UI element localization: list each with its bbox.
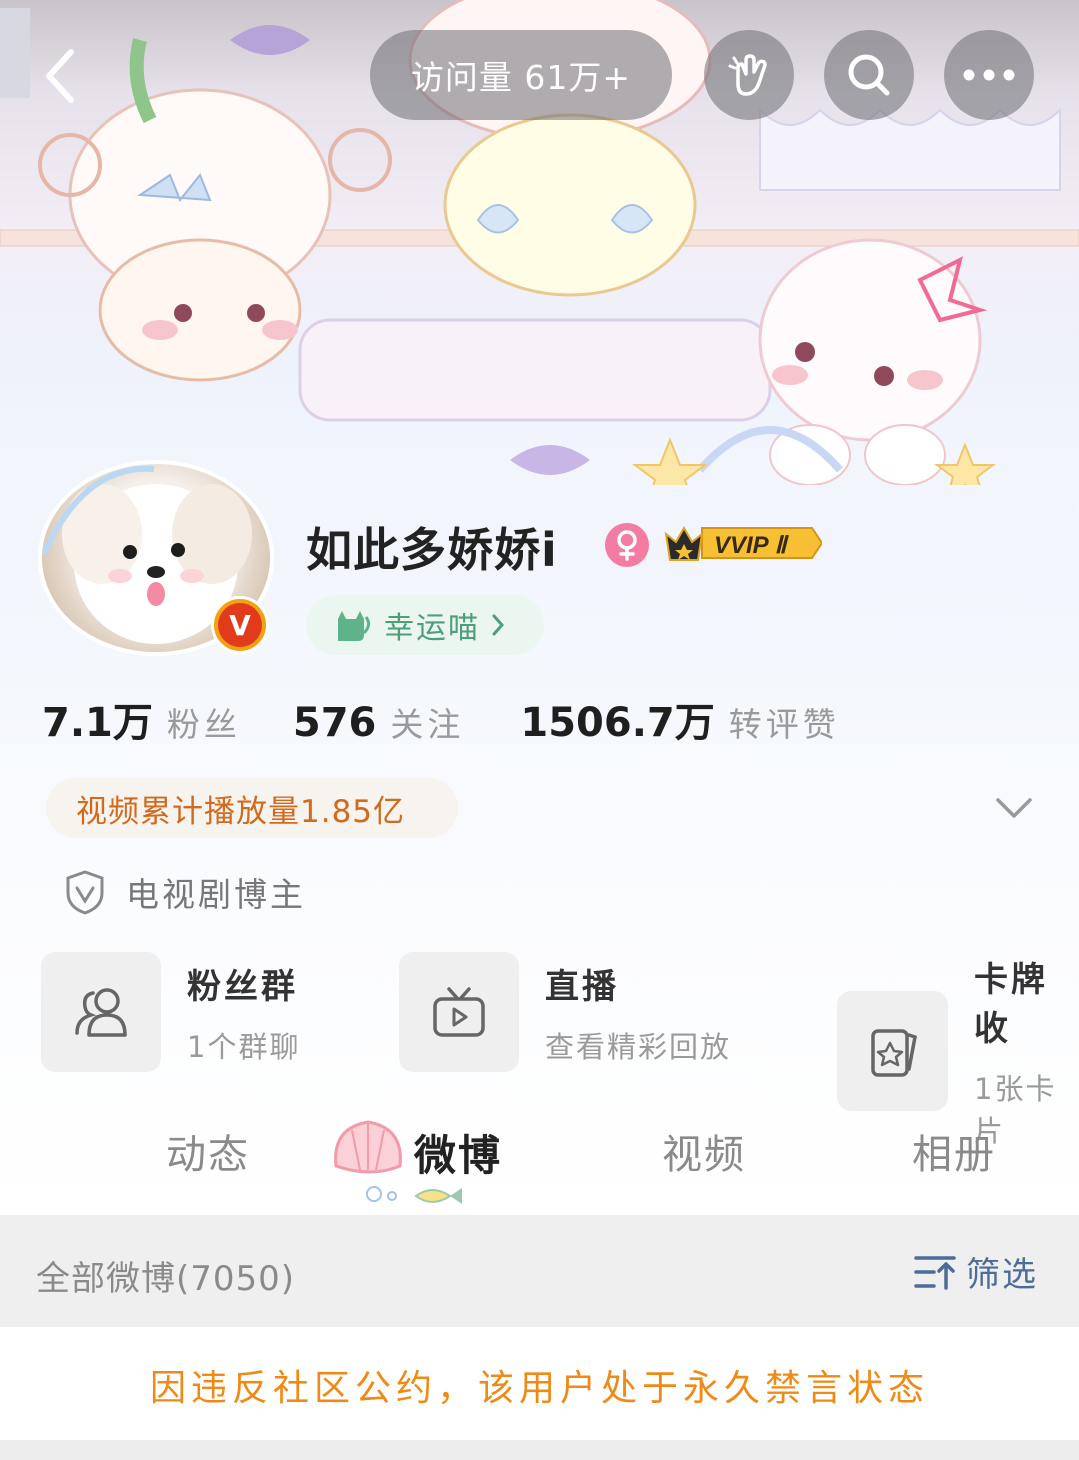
vvip-text: VVIP Ⅱ xyxy=(714,532,789,559)
people-icon xyxy=(75,988,127,1037)
tab-video[interactable]: 视频 xyxy=(662,1122,746,1180)
vvip-badge[interactable]: VVIP Ⅱ xyxy=(662,520,824,566)
stat-value: 7.1万 xyxy=(42,700,153,746)
female-icon xyxy=(617,530,637,561)
stat-followers[interactable]: 7.1万 粉丝 xyxy=(42,690,241,748)
verified-v-icon: V xyxy=(218,603,262,647)
feature-title: 粉丝群 xyxy=(187,966,298,1007)
chevron-right-icon xyxy=(492,614,505,636)
stat-value: 576 xyxy=(292,700,377,746)
profile-tabs: 动态 微博 视频 相册 xyxy=(0,1100,1079,1212)
verified-badge: V xyxy=(211,596,269,654)
tab-album[interactable]: 相册 xyxy=(912,1122,996,1180)
feature-subtitle: 查看精彩回放 xyxy=(545,1029,732,1064)
feature-live[interactable]: 直播 查看精彩回放 xyxy=(399,952,731,1072)
category-tag[interactable]: 电视剧博主 xyxy=(64,868,306,916)
filter-button[interactable]: 筛选 xyxy=(912,1247,1038,1296)
category-tag-label: 电视剧博主 xyxy=(126,875,306,914)
tab-weibo[interactable]: 微博 xyxy=(414,1122,502,1183)
feed-filter-bar: 全部微博(7050) 筛选 xyxy=(0,1215,1079,1327)
lucky-cat-pill[interactable]: 幸运喵 xyxy=(306,595,544,655)
video-plays-text: 视频累计播放量1.85亿 xyxy=(76,793,406,830)
more-button[interactable] xyxy=(944,30,1034,120)
search-button[interactable] xyxy=(824,30,914,120)
gender-badge xyxy=(605,523,649,567)
fish-decoration-icon xyxy=(414,1188,462,1204)
visit-count-text: 访问量 61万+ xyxy=(410,58,632,97)
stat-label: 粉丝 xyxy=(166,705,241,744)
cards-icon-box xyxy=(837,991,949,1111)
card-star-icon xyxy=(870,1029,917,1077)
feature-fan-group[interactable]: 粉丝群 1个群聊 xyxy=(41,952,300,1072)
fan-group-icon-box xyxy=(41,952,161,1072)
tv-play-icon xyxy=(433,987,485,1037)
search-icon xyxy=(848,54,890,96)
stat-label: 关注 xyxy=(390,705,465,744)
vvip-crown-icon: VVIP Ⅱ xyxy=(664,525,824,561)
all-posts-count[interactable]: 全部微博(7050) xyxy=(36,1251,295,1300)
stat-value: 1506.7万 xyxy=(520,700,715,746)
clap-button[interactable] xyxy=(704,30,794,120)
feature-title: 直播 xyxy=(545,966,619,1007)
feature-title: 卡牌收 xyxy=(974,960,1049,1049)
live-icon-box xyxy=(399,952,519,1072)
lucky-cat-label: 幸运喵 xyxy=(384,611,480,646)
expand-button[interactable] xyxy=(992,790,1036,826)
shell-decoration-icon xyxy=(334,1120,402,1202)
banned-notice: 因违反社区公约，该用户处于永久禁言状态 xyxy=(0,1327,1079,1442)
visit-count-pill[interactable]: 访问量 61万+ xyxy=(370,30,672,120)
stats-row: 7.1万 粉丝 576 关注 1506.7万 转评赞 xyxy=(42,690,840,748)
cat-icon xyxy=(338,611,371,641)
more-dots-icon xyxy=(963,69,1015,81)
chevron-left-icon xyxy=(46,49,74,103)
filter-sort-icon xyxy=(914,1255,956,1290)
feature-subtitle: 1个群聊 xyxy=(187,1029,301,1064)
back-button[interactable] xyxy=(34,40,86,112)
tab-dynamic[interactable]: 动态 xyxy=(166,1122,250,1180)
clapping-hand-icon xyxy=(728,54,767,96)
bottom-divider xyxy=(0,1440,1079,1460)
video-plays-pill[interactable]: 视频累计播放量1.85亿 xyxy=(46,778,458,838)
stat-label: 转评赞 xyxy=(728,705,840,744)
chevron-down-icon xyxy=(996,798,1032,818)
shield-v-icon xyxy=(66,870,104,915)
stat-following[interactable]: 576 关注 xyxy=(293,698,465,746)
banned-notice-text: 因违反社区公约，该用户处于永久禁言状态 xyxy=(149,1367,929,1409)
profile-page: 访问量 61万+ V 如此多娇娇i VVIP Ⅱ 幸运喵 7.1万 粉丝 576… xyxy=(0,0,1079,1460)
nickname: 如此多娇娇i xyxy=(306,523,558,577)
stat-engagement[interactable]: 1506.7万 转评赞 xyxy=(520,690,839,748)
filter-label: 筛选 xyxy=(966,1255,1038,1295)
